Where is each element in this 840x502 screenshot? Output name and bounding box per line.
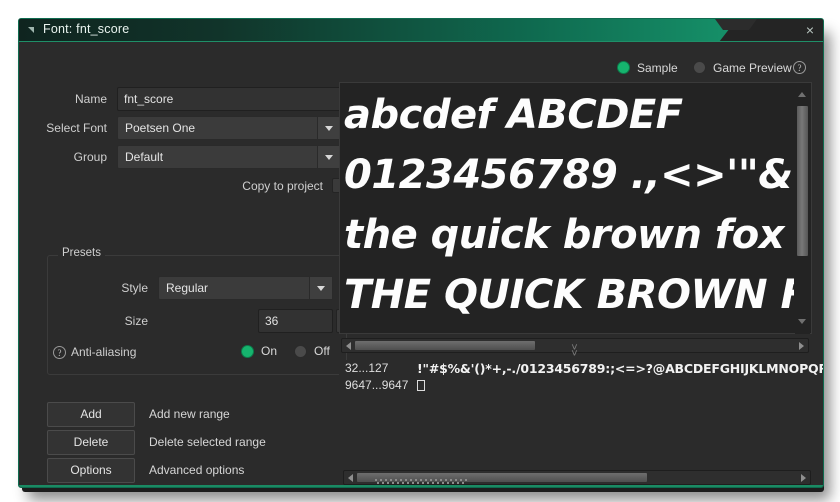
horizontal-scroll-thumb[interactable] (355, 341, 535, 350)
window-title: Font: fnt_score (43, 22, 130, 36)
scroll-up-icon[interactable] (797, 88, 808, 101)
preview-panel: Sample Game Preview ? abcdef ABCDEF 0123… (337, 50, 823, 487)
style-dropdown[interactable]: Regular (158, 276, 333, 300)
select-font-dropdown[interactable]: Poetsen One (117, 116, 341, 140)
triangle-collapse-icon[interactable] (28, 27, 34, 33)
size-input[interactable] (258, 309, 333, 333)
style-value: Regular (166, 281, 209, 295)
close-icon[interactable]: × (801, 22, 819, 39)
antialiasing-help-icon[interactable]: ? (53, 346, 66, 359)
sample-line: THE QUICK BROWN FOX (344, 272, 794, 318)
font-sample-preview[interactable]: abcdef ABCDEF 0123456789 .,<>'"&!? the q… (339, 82, 812, 334)
table-row[interactable]: 32...127 !"#$%&'()*+,-./0123456789:;<=>?… (339, 360, 823, 377)
scroll-right-icon[interactable] (796, 341, 807, 351)
delete-range-button[interactable]: Delete (47, 430, 135, 455)
scroll-left-icon[interactable] (343, 341, 354, 351)
style-label: Style (121, 281, 148, 295)
font-editor-window: Font: fnt_score × Name Select Font Poets… (18, 18, 824, 488)
antialiasing-on-radio[interactable] (241, 345, 254, 358)
options-button[interactable]: Options (47, 458, 135, 483)
antialiasing-label: Anti-aliasing (71, 345, 137, 359)
presets-group: Presets Style Regular Size ? (47, 247, 356, 375)
size-label: Size (124, 314, 148, 328)
window-body: Name Select Font Poetsen One Group Defau… (19, 42, 823, 487)
select-font-value: Poetsen One (125, 121, 196, 135)
window-titlebar[interactable]: Font: fnt_score × (19, 19, 823, 42)
group-label: Group (73, 150, 107, 164)
delete-range-description: Delete selected range (149, 435, 266, 449)
range-value: 9647...9647 (345, 378, 409, 392)
missing-glyph-icon (417, 380, 425, 391)
sample-line: abcdef ABCDEF (344, 92, 683, 138)
sample-mode-label: Sample (637, 61, 678, 75)
group-dropdown[interactable]: Default (117, 145, 341, 169)
antialiasing-off-label: Off (314, 344, 330, 358)
range-glyph-preview: !"#$%&'()*+,-./0123456789:;<=>?@ABCDEFGH… (417, 361, 824, 376)
game-preview-mode-label: Game Preview (713, 61, 792, 75)
vertical-scroll-thumb[interactable] (797, 106, 808, 256)
preview-mode-row: Sample Game Preview ? (617, 60, 817, 76)
sample-line: 0123456789 .,<>'"&!? (344, 152, 794, 198)
content-frame: Name Select Font Poetsen One Group Defau… (21, 44, 823, 487)
settings-panel: Name Select Font Poetsen One Group Defau… (29, 50, 356, 487)
sample-line: the quick brown fox (344, 212, 785, 258)
table-row[interactable]: 9647...9647 (339, 377, 812, 394)
add-range-description: Add new range (149, 407, 230, 421)
game-preview-mode-radio[interactable] (693, 61, 706, 74)
scroll-right-icon[interactable] (798, 473, 809, 483)
double-chevron-down-icon[interactable]: ˅ ˅ (557, 343, 593, 360)
copy-to-project-label: Copy to project (242, 179, 323, 193)
add-range-button[interactable]: Add (47, 402, 135, 427)
antialiasing-off-radio[interactable] (294, 345, 307, 358)
name-label: Name (74, 92, 107, 106)
name-input[interactable] (117, 87, 341, 111)
antialiasing-on-label: On (261, 344, 278, 358)
preview-vertical-scrollbar[interactable] (795, 84, 810, 334)
select-font-label: Select Font (46, 121, 107, 135)
resize-grip[interactable] (375, 479, 469, 484)
screen: Font: fnt_score × Name Select Font Poets… (0, 0, 840, 502)
group-value: Default (125, 150, 164, 164)
range-value: 32...127 (345, 361, 389, 375)
window-bottom-accent (19, 485, 823, 487)
presets-title: Presets (58, 247, 105, 259)
scroll-down-icon[interactable] (797, 315, 808, 328)
sample-mode-radio[interactable] (617, 61, 630, 74)
options-description: Advanced options (149, 463, 245, 477)
character-range-list[interactable]: 32...127 !"#$%&'()*+,-./0123456789:;<=>?… (339, 360, 823, 487)
chevron-down-icon[interactable] (309, 277, 332, 299)
sample-text-viewport: abcdef ABCDEF 0123456789 .,<>'"&!? the q… (344, 85, 794, 325)
preview-mode-help-icon[interactable]: ? (793, 61, 806, 74)
scroll-left-icon[interactable] (345, 473, 356, 483)
